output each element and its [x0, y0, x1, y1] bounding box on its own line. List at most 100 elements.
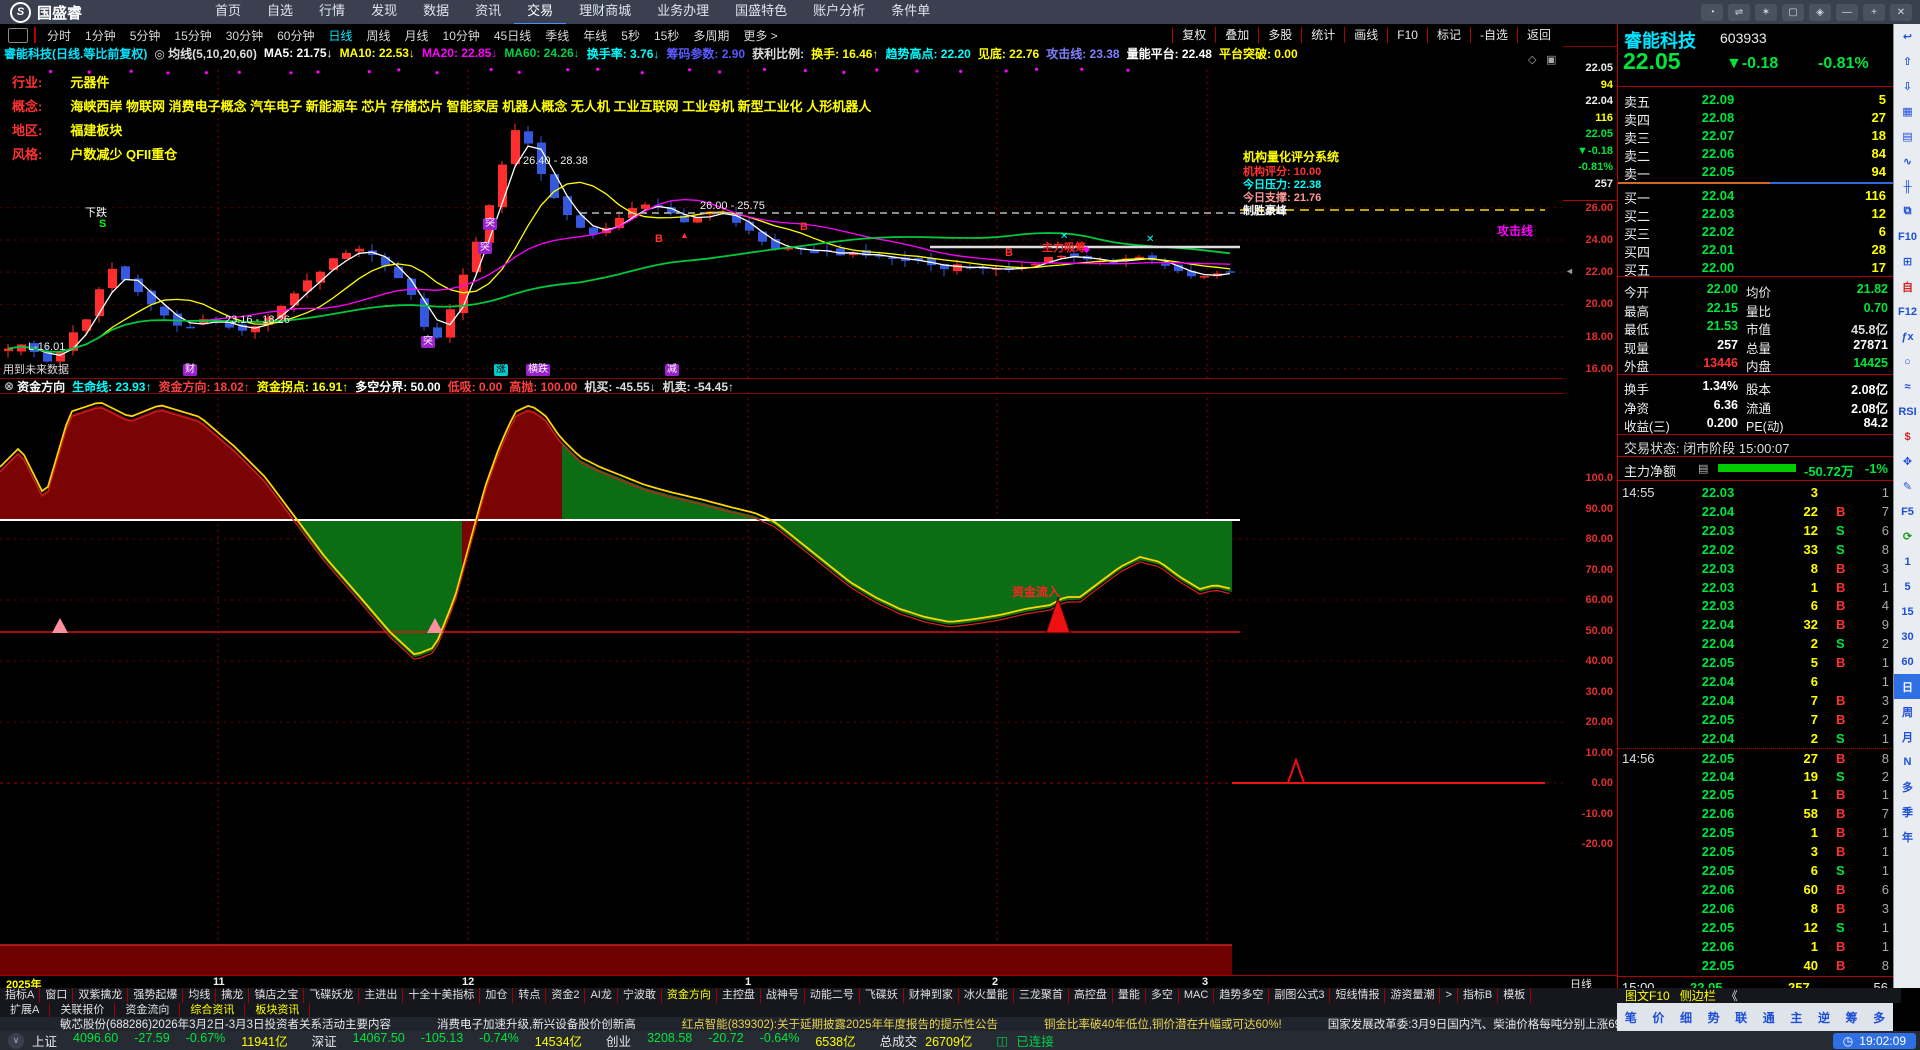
- menu-item-业务办理[interactable]: 业务办理: [644, 0, 722, 23]
- money-icon[interactable]: $: [1894, 424, 1920, 449]
- quick-tab-通[interactable]: 通: [1763, 1009, 1775, 1026]
- period-30分钟[interactable]: 30分钟: [219, 27, 270, 44]
- period-10分钟[interactable]: 10分钟: [436, 27, 487, 44]
- collapse-icon[interactable]: ⊗: [4, 379, 14, 393]
- tab-战神号[interactable]: 战神号: [761, 988, 805, 1003]
- detail-icon[interactable]: ▤: [1698, 462, 1708, 475]
- rsi-button[interactable]: RSI: [1894, 399, 1920, 424]
- assistant-icon[interactable]: ✶: [1755, 3, 1777, 21]
- menu-item-行情[interactable]: 行情: [306, 0, 358, 23]
- news-item-0[interactable]: 敏芯股份(688286)2026年3月2日-3月3日投资者关系活动主要内容: [60, 1017, 391, 1031]
- menu-item-条件单[interactable]: 条件单: [878, 0, 943, 23]
- layout-icon[interactable]: [8, 27, 28, 43]
- period-更多 >[interactable]: 更多 >: [736, 27, 784, 44]
- order-book-row[interactable]: 卖二 22.06 84: [1618, 144, 1894, 164]
- tab-趋势多空[interactable]: 趋势多空: [1214, 988, 1270, 1003]
- tab-短线情报[interactable]: 短线情报: [1330, 988, 1386, 1003]
- list-icon[interactable]: ▤: [1894, 124, 1920, 149]
- tab-加仓[interactable]: 加仓: [480, 988, 514, 1003]
- order-book-row[interactable]: 卖五 22.09 5: [1618, 90, 1894, 110]
- action-画线[interactable]: 画线: [1344, 27, 1387, 43]
- period-15[interactable]: 15: [1894, 599, 1920, 624]
- tab-双紫擒龙[interactable]: 双紫擒龙: [73, 988, 129, 1003]
- news-item-3[interactable]: 铜金比率破40年低位,铜价潜在升幅或可达60%!: [1044, 1017, 1282, 1031]
- tab-动能二号[interactable]: 动能二号: [805, 988, 860, 1003]
- expand-icon[interactable]: ∨: [8, 1032, 24, 1049]
- period-60[interactable]: 60: [1894, 649, 1920, 674]
- period-week[interactable]: 周: [1894, 699, 1920, 724]
- period-5分钟[interactable]: 5分钟: [123, 27, 168, 44]
- tab-宁波敢[interactable]: 宁波敢: [618, 988, 662, 1003]
- page-up-icon[interactable]: ⇧: [1894, 49, 1920, 74]
- tab-板块资讯[interactable]: 板块资讯: [245, 1003, 311, 1017]
- tab-主控盘[interactable]: 主控盘: [717, 988, 761, 1003]
- tab-量能[interactable]: 量能: [1113, 988, 1146, 1003]
- tab-资金流向[interactable]: 资金流向: [115, 1003, 181, 1017]
- index-quote-创业[interactable]: 创业 3208.58 -20.72 -0.64% 6538亿: [606, 1031, 864, 1050]
- move-icon[interactable]: ✥: [1894, 449, 1920, 474]
- tab-主进出[interactable]: 主进出: [359, 988, 404, 1003]
- action-多股[interactable]: 多股: [1258, 27, 1301, 43]
- quick-tab-细[interactable]: 细: [1680, 1009, 1692, 1026]
- page-down-icon[interactable]: ⇩: [1894, 74, 1920, 99]
- period-日线[interactable]: 日线: [321, 27, 359, 44]
- period-60分钟[interactable]: 60分钟: [270, 27, 321, 44]
- tab-指标A[interactable]: 指标A: [0, 988, 41, 1003]
- menu-item-发现[interactable]: 发现: [358, 0, 410, 23]
- circle-icon[interactable]: ○: [1894, 349, 1920, 374]
- tab-擒龙[interactable]: 擒龙: [216, 988, 250, 1003]
- wave-icon[interactable]: ≈: [1894, 374, 1920, 399]
- menu-item-理财商城[interactable]: 理财商城: [566, 0, 644, 23]
- period-n[interactable]: N: [1894, 749, 1920, 774]
- skin-icon[interactable]: ◈: [1809, 3, 1831, 21]
- action-返回[interactable]: 返回: [1516, 27, 1560, 43]
- period-5秒[interactable]: 5秒: [614, 27, 647, 44]
- menu-item-自选[interactable]: 自选: [254, 0, 306, 23]
- tab-副图公式3[interactable]: 副图公式3: [1269, 988, 1331, 1003]
- quick-tab-主[interactable]: 主: [1790, 1009, 1802, 1026]
- tab-资金方向[interactable]: 资金方向: [662, 988, 717, 1003]
- kline-icon[interactable]: ╫: [1894, 174, 1920, 199]
- period-年线[interactable]: 年线: [576, 27, 614, 44]
- period-year[interactable]: 年: [1894, 824, 1920, 849]
- quick-tab-价[interactable]: 价: [1652, 1009, 1664, 1026]
- tab-三龙聚首[interactable]: 三龙聚首: [1014, 988, 1069, 1003]
- quick-tab-筹[interactable]: 筹: [1846, 1009, 1858, 1026]
- tab-均线[interactable]: 均线: [183, 988, 217, 1003]
- period-45日线[interactable]: 45日线: [487, 27, 538, 44]
- action-F10[interactable]: F10: [1387, 27, 1427, 43]
- tab-游资量潮[interactable]: 游资量潮: [1385, 988, 1441, 1003]
- order-book-row[interactable]: 卖四 22.08 27: [1618, 108, 1894, 128]
- tab-冰火量能[interactable]: 冰火量能: [959, 988, 1014, 1003]
- order-book-row[interactable]: 买一 22.04 116: [1618, 186, 1894, 206]
- tab-强势起爆[interactable]: 强势起爆: [128, 988, 184, 1003]
- f10-button[interactable]: F10: [1894, 224, 1920, 249]
- tab-飞碟妖[interactable]: 飞碟妖: [860, 988, 904, 1003]
- settings-icon[interactable]: ⇌: [1728, 3, 1750, 21]
- tab-关联报价[interactable]: 关联报价: [50, 1003, 116, 1017]
- panel-tab-《[interactable]: 《: [1726, 987, 1738, 1004]
- pages-icon[interactable]: ⧉: [1894, 199, 1920, 224]
- period-1[interactable]: 1: [1894, 549, 1920, 574]
- board-icon[interactable]: ▦: [1894, 99, 1920, 124]
- tab-高控盘[interactable]: 高控盘: [1069, 988, 1113, 1003]
- action--自选[interactable]: -自选: [1469, 27, 1517, 43]
- news-item-1[interactable]: 消费电子加速升级,新兴设备股价创新高: [437, 1017, 636, 1031]
- period-15分钟[interactable]: 15分钟: [167, 27, 218, 44]
- quick-tab-联[interactable]: 联: [1735, 1009, 1747, 1026]
- tab-MAC[interactable]: MAC: [1179, 988, 1215, 1003]
- news-item-2[interactable]: 红点智能(839302):关于延期披露2025年年度报告的提示性公告: [682, 1017, 998, 1031]
- refresh-icon[interactable]: ⟳: [1894, 524, 1920, 549]
- order-book-row[interactable]: 买五 22.00 17: [1618, 258, 1894, 278]
- order-book-row[interactable]: 买二 22.03 12: [1618, 204, 1894, 224]
- period-季线[interactable]: 季线: [538, 27, 576, 44]
- order-book-row[interactable]: 买四 22.01 28: [1618, 240, 1894, 260]
- tab-飞碟妖龙[interactable]: 飞碟妖龙: [304, 988, 360, 1003]
- tab-扩展A[interactable]: 扩展A: [0, 1003, 51, 1017]
- candlestick-pane[interactable]: 行业: 元器件 概念: 海峡西岸 物联网 消费电子概念 汽车电子 新能源车 芯片 存储…: [0, 54, 1617, 378]
- order-book-row[interactable]: 买三 22.02 6: [1618, 222, 1894, 242]
- menu-item-国盛特色[interactable]: 国盛特色: [722, 0, 800, 23]
- period-30[interactable]: 30: [1894, 624, 1920, 649]
- period-15秒[interactable]: 15秒: [647, 27, 686, 44]
- monitor-icon[interactable]: ▢: [1782, 3, 1804, 21]
